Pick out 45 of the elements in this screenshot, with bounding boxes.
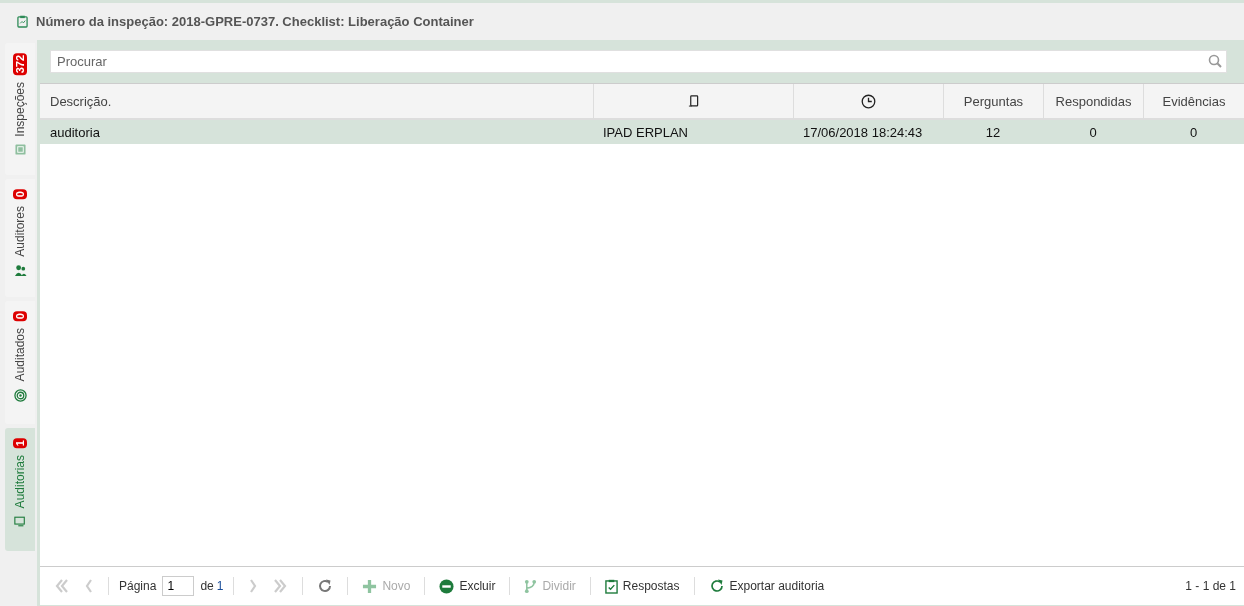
inspection-title: Número da inspeção: 2018-GPRE-0737. Checklist: Liberação Container [36,14,474,29]
sidebar-tab[interactable]: 0 Auditados [5,301,35,424]
table-cell-text: 0 [1188,123,1199,142]
sidebar-tab[interactable]: 372 Inspeções [5,43,35,175]
toolbar-button[interactable]: Excluir [435,576,500,596]
table-cell-text: 0 [1088,123,1098,142]
search-field[interactable]: Procurar [50,50,1227,73]
page-label: Página [119,579,157,593]
branch-icon [524,578,538,594]
count-badge: 1 [13,438,27,449]
people-icon [13,263,27,277]
toolbar-button[interactable]: Respostas [600,576,684,596]
column-header[interactable]: Evidências [1143,84,1244,118]
target-icon [13,388,27,402]
column-header[interactable]: Perguntas [943,84,1043,118]
sidebar-tab[interactable]: 0 Auditores [5,179,35,297]
count-badge: 0 [13,311,27,322]
page-count: 1 [216,579,224,593]
minus-circle-icon [439,578,455,594]
refresh-icon [317,578,334,594]
refresh-icon [708,578,725,594]
count-badge: 372 [13,53,27,76]
table-cell-text: auditoria [49,123,101,142]
page-input[interactable]: 1 [162,576,195,596]
table-cell-text: 12 [984,123,1002,142]
table-cell-text: IPAD ERPLAN [602,123,689,142]
column-header[interactable]: Descrição. [40,84,593,118]
plus-icon [362,578,378,594]
record-summary: 1 - 1 de 1 [1185,579,1236,593]
page-of-label: de [200,579,214,593]
double-chevron-left-icon [54,578,70,594]
table-row[interactable]: auditoria IPAD ERPLAN 17/06/2018 18:24:43 12 0 0 [40,120,1244,144]
toolbar-button[interactable]: Exportar auditoria [704,576,829,596]
clipboard-check-icon [604,578,618,594]
monitor-icon [14,515,26,527]
tablet-icon [688,94,699,108]
count-badge: 0 [13,189,27,200]
table-cell-text: 17/06/2018 18:24:43 [802,123,924,142]
double-chevron-right-icon [272,578,289,594]
chevron-right-icon [248,578,259,594]
chevron-left-icon [84,578,94,594]
clock-icon [861,93,876,109]
column-header[interactable]: Respondidas [1043,84,1143,118]
search-icon [1208,54,1222,68]
sidebar-tab[interactable]: 1 Auditorias [5,428,35,551]
